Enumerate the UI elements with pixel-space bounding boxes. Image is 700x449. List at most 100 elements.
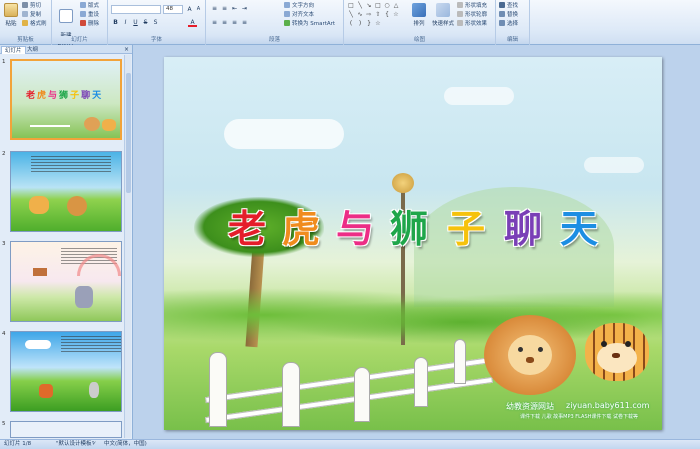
thumb-lion	[67, 196, 87, 216]
align-center-button[interactable]: ≡	[220, 18, 229, 27]
check-icon: ✓	[92, 441, 97, 447]
close-icon[interactable]: ×	[124, 46, 129, 54]
tab-slides[interactable]: 幻灯片	[1, 46, 26, 54]
delete-slide-button[interactable]: 删除	[80, 20, 99, 28]
slide-thumbnail[interactable]	[10, 151, 122, 232]
paste-button[interactable]: 粘贴	[2, 3, 20, 27]
shape-lineb-icon[interactable]: ╲	[347, 11, 355, 18]
justify-button[interactable]: ≡	[240, 18, 249, 27]
font-color-button[interactable]: A	[188, 18, 197, 27]
shape-star2-icon[interactable]: ☆	[374, 20, 382, 27]
font-group-label: 字体	[108, 36, 205, 44]
cursor-icon	[499, 20, 505, 26]
slide-thumbnail[interactable]: 老虎与狮子聊天	[10, 59, 122, 140]
quick-styles-button[interactable]: 快速样式	[430, 3, 456, 27]
underline-button[interactable]: U	[131, 18, 140, 27]
copy-icon	[22, 11, 28, 17]
decrease-indent-button[interactable]: ⇤	[230, 4, 239, 13]
clipboard-group: 粘贴 剪切 复制 格式刷 剪贴板	[0, 0, 52, 45]
status-bar: 幻灯片 1/8 "默认设计模板" ✓ 中文(简体，中国)	[0, 439, 700, 449]
drawing-group: □ ╲ ↘ □ ○ △ ╲ ∿ ⇨ ⇧ { ☆ ( ) } ☆ 排列 快速样式 …	[344, 0, 496, 45]
thumb-tiger	[102, 119, 116, 131]
slide-title[interactable]: 老 虎 与 狮 子 聊 天	[164, 57, 662, 430]
shape-triangle-icon[interactable]: △	[392, 2, 400, 9]
copy-button[interactable]: 复制	[22, 11, 41, 19]
shape-rect2-icon[interactable]: □	[374, 2, 382, 9]
align-left-button[interactable]: ≡	[210, 18, 219, 27]
shape-outline-button[interactable]: 形状轮廓	[457, 11, 487, 19]
shape-arrow-icon[interactable]: ↘	[365, 2, 373, 9]
thumb-cloud	[25, 340, 51, 349]
select-button[interactable]: 选择	[499, 20, 518, 28]
align-text-button[interactable]: 对齐文本	[284, 11, 314, 19]
thumb-text-block	[61, 336, 121, 352]
title-char: 子	[447, 206, 486, 251]
shape-bracket2-icon[interactable]: )	[356, 20, 364, 27]
smartart-button[interactable]: 转换为 SmartArt	[284, 20, 335, 28]
effects-icon	[457, 20, 463, 26]
title-char: 虎	[282, 206, 321, 251]
thumbnail-scrollbar[interactable]	[124, 55, 131, 438]
scissors-icon	[22, 2, 28, 8]
find-button[interactable]: 查找	[499, 2, 518, 10]
layout-button[interactable]: 版式	[80, 2, 99, 10]
shape-bracket-icon[interactable]: (	[347, 20, 355, 27]
slide-thumbnail[interactable]	[10, 241, 122, 322]
slide-number: 1	[2, 59, 6, 65]
cut-button[interactable]: 剪切	[22, 2, 41, 10]
thumb-fence	[30, 125, 70, 133]
slide-thumbnail[interactable]	[10, 421, 122, 438]
bullets-button[interactable]: ≡	[210, 4, 219, 13]
text-direction-icon	[284, 2, 290, 8]
slide-number: 5	[2, 421, 6, 427]
arrange-icon	[412, 3, 426, 17]
font-name-combo[interactable]	[111, 5, 161, 14]
thumb-sign	[33, 268, 47, 276]
shape-rect-icon[interactable]: □	[347, 2, 355, 9]
shape-effects-button[interactable]: 形状效果	[457, 20, 487, 28]
increase-indent-button[interactable]: ⇥	[240, 4, 249, 13]
arrange-button[interactable]: 排列	[410, 3, 428, 27]
shape-star-icon[interactable]: ☆	[392, 11, 400, 18]
slides-pane: 幻灯片 大纲 × 1 老虎与狮子聊天 2 3 4 5	[0, 45, 133, 439]
shape-arrow-right-icon[interactable]: ⇨	[365, 11, 373, 18]
theme-name: "默认设计模板"	[56, 441, 95, 447]
bold-button[interactable]: B	[111, 18, 120, 27]
drawing-group-label: 绘图	[344, 36, 495, 44]
shape-fill-button[interactable]: 形状填充	[457, 2, 487, 10]
thumb-title-mini: 老虎与狮子聊天	[26, 91, 104, 101]
slide-number: 3	[2, 241, 6, 247]
slide-thumbnail[interactable]	[10, 331, 122, 412]
slide-canvas[interactable]: 老 虎 与 狮 子 聊 天 幼教资源网站 ziyuan.baby611.com …	[164, 57, 662, 430]
align-right-button[interactable]: ≡	[230, 18, 239, 27]
font-size-combo[interactable]: 48	[163, 5, 183, 14]
numbering-button[interactable]: ≡	[220, 4, 229, 13]
shape-brace-icon[interactable]: {	[383, 11, 391, 18]
shape-oval-icon[interactable]: ○	[383, 2, 391, 9]
shape-gallery[interactable]: □ ╲ ↘ □ ○ △ ╲ ∿ ⇨ ⇧ { ☆ ( ) } ☆	[347, 2, 405, 32]
replace-button[interactable]: 替换	[499, 11, 518, 19]
shrink-font-button[interactable]: A	[194, 5, 203, 14]
pane-tabs: 幻灯片 大纲 ×	[0, 45, 132, 54]
italic-button[interactable]: I	[121, 18, 130, 27]
shape-line-icon[interactable]: ╲	[356, 2, 364, 9]
format-painter-button[interactable]: 格式刷	[22, 20, 47, 28]
shadow-button[interactable]: S	[151, 18, 160, 27]
binoculars-icon	[499, 2, 505, 8]
grow-font-button[interactable]: A	[185, 5, 194, 14]
tab-outline[interactable]: 大纲	[24, 46, 41, 54]
shape-brace2-icon[interactable]: }	[365, 20, 373, 27]
scrollbar-thumb[interactable]	[126, 73, 131, 193]
font-group: 48 A A B I U S S A 字体	[108, 0, 206, 45]
thumb-text-block	[31, 156, 111, 174]
thumb-lion	[84, 117, 100, 131]
reset-button[interactable]: 重设	[80, 11, 99, 19]
shape-arrow-up-icon[interactable]: ⇧	[374, 11, 382, 18]
shape-curve-icon[interactable]: ∿	[356, 11, 364, 18]
strikethrough-button[interactable]: S	[141, 18, 150, 27]
title-char: 与	[336, 206, 375, 251]
align-text-icon	[284, 11, 290, 17]
language[interactable]: 中文(简体，中国)	[104, 440, 147, 449]
text-direction-button[interactable]: 文字方向	[284, 2, 314, 10]
thumb-fox	[39, 384, 53, 398]
